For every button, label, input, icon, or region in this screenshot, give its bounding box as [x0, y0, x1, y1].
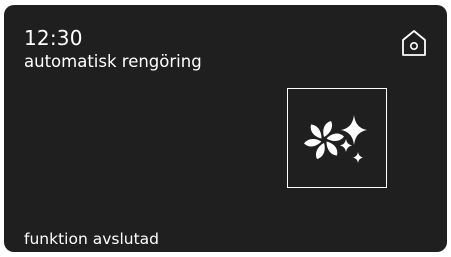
- mode-title: automatisk rengöring: [24, 52, 202, 71]
- fan-sparkle-cleaning-icon: [304, 115, 367, 163]
- clock-time: 12:30: [24, 26, 83, 50]
- oven-display: 12:30 automatisk rengöring funktion avsl…: [4, 5, 447, 252]
- home-button[interactable]: [400, 28, 428, 58]
- home-icon: [402, 30, 426, 56]
- status-message: funktion avslutad: [24, 230, 159, 248]
- cleaning-program-tile[interactable]: [287, 88, 387, 188]
